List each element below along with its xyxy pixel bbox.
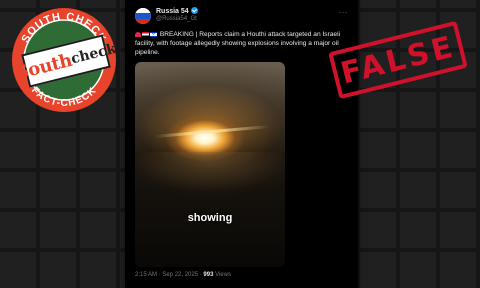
- tweet-header: Russia 54 @Russia54_Gt ···: [135, 6, 350, 28]
- tweet-body: BREAKING | Reports claim a Houthi attack…: [135, 30, 350, 57]
- emoji-group: [135, 30, 158, 39]
- tweet-metadata: 2:15 AM · Sep 22, 2025 · 993 Views: [135, 272, 231, 278]
- tweet-timestamp[interactable]: 2:15 AM · Sep 22, 2025 ·: [135, 272, 202, 278]
- verified-badge-icon: [190, 7, 198, 14]
- explosion-glare: [155, 124, 270, 139]
- siren-emoji-icon: [135, 31, 141, 37]
- display-name-text[interactable]: Russia 54: [156, 8, 189, 15]
- account-handle[interactable]: @Russia54_Gt: [156, 16, 197, 22]
- display-name[interactable]: Russia 54: [156, 7, 198, 15]
- smoke-haze: [135, 152, 285, 212]
- tweet-text: BREAKING | Reports claim a Houthi attack…: [135, 31, 341, 56]
- more-options-icon[interactable]: ···: [339, 8, 349, 17]
- israel-flag-icon: [150, 30, 157, 39]
- tweet-video[interactable]: showing: [135, 62, 285, 267]
- views-count: 993: [203, 272, 214, 278]
- yemen-flag-icon: [142, 31, 149, 37]
- tweet-card[interactable]: Russia 54 @Russia54_Gt ··· BREAKING | Re…: [125, 0, 358, 288]
- video-caption: showing: [187, 212, 233, 224]
- views-label: Views: [215, 272, 231, 278]
- logo-word-south: South: [13, 49, 74, 84]
- south-check-logo: SOUTH CHECK FACT-CHECK South check: [8, 4, 120, 116]
- avatar[interactable]: [135, 8, 151, 24]
